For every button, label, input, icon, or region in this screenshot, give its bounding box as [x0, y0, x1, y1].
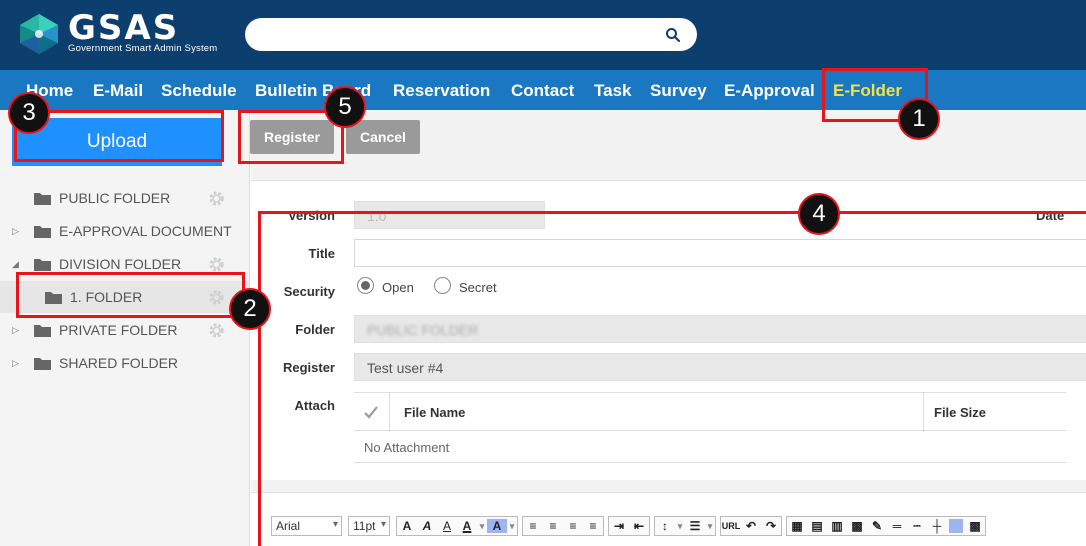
- nav-task[interactable]: Task: [594, 81, 632, 101]
- folder-item-public[interactable]: PUBLIC FOLDER: [0, 182, 249, 214]
- expand-arrow-icon[interactable]: ▷: [12, 226, 19, 237]
- folder-label: PRIVATE FOLDER: [59, 322, 178, 338]
- highlight-box-4: [258, 211, 1086, 546]
- app-header: GSAS Government Smart Admin System: [0, 0, 1086, 70]
- search-icon[interactable]: [665, 27, 681, 43]
- expand-arrow-icon[interactable]: ▷: [12, 325, 19, 336]
- logo[interactable]: GSAS Government Smart Admin System: [16, 8, 218, 56]
- folder-label: SHARED FOLDER: [59, 355, 179, 371]
- highlight-box-2: [16, 272, 245, 318]
- search-input[interactable]: [245, 18, 697, 51]
- nav-survey[interactable]: Survey: [650, 81, 707, 101]
- nav-contact[interactable]: Contact: [511, 81, 574, 101]
- sidebar: Upload PUBLIC FOLDER ▷ E-APPROVAL DOCUME…: [0, 110, 250, 546]
- gear-icon[interactable]: [207, 321, 226, 340]
- folder-label: PUBLIC FOLDER: [59, 190, 171, 206]
- step-badge-1: 1: [898, 98, 940, 140]
- gsas-logo-icon: [20, 14, 58, 54]
- folder-icon: [34, 258, 51, 271]
- step-badge-5: 5: [324, 86, 366, 128]
- cancel-button[interactable]: Cancel: [346, 120, 420, 154]
- folder-icon: [34, 225, 51, 238]
- nav-reservation[interactable]: Reservation: [393, 81, 490, 101]
- folder-item-private[interactable]: ▷ PRIVATE FOLDER: [0, 314, 249, 346]
- folder-label: E-APPROVAL DOCUMENT: [59, 223, 232, 239]
- collapse-arrow-icon[interactable]: ◢: [12, 259, 19, 270]
- nav-e-approval[interactable]: E-Approval: [724, 81, 815, 101]
- folder-label: DIVISION FOLDER: [59, 256, 182, 272]
- folder-icon: [34, 324, 51, 337]
- folder-item-e-approval[interactable]: ▷ E-APPROVAL DOCUMENT: [0, 215, 249, 247]
- nav-email[interactable]: E-Mail: [93, 81, 143, 101]
- step-badge-2: 2: [229, 288, 271, 330]
- gear-icon[interactable]: [207, 189, 226, 208]
- step-badge-4: 4: [798, 193, 840, 235]
- folder-icon: [34, 357, 51, 370]
- expand-arrow-icon[interactable]: ▷: [12, 358, 19, 369]
- logo-subtitle: Government Smart Admin System: [68, 43, 218, 54]
- step-badge-3: 3: [8, 92, 50, 134]
- logo-title: GSAS: [68, 8, 180, 48]
- folder-item-shared[interactable]: ▷ SHARED FOLDER: [0, 347, 249, 379]
- nav-schedule[interactable]: Schedule: [161, 81, 237, 101]
- folder-icon: [34, 192, 51, 205]
- gear-icon[interactable]: [207, 255, 226, 274]
